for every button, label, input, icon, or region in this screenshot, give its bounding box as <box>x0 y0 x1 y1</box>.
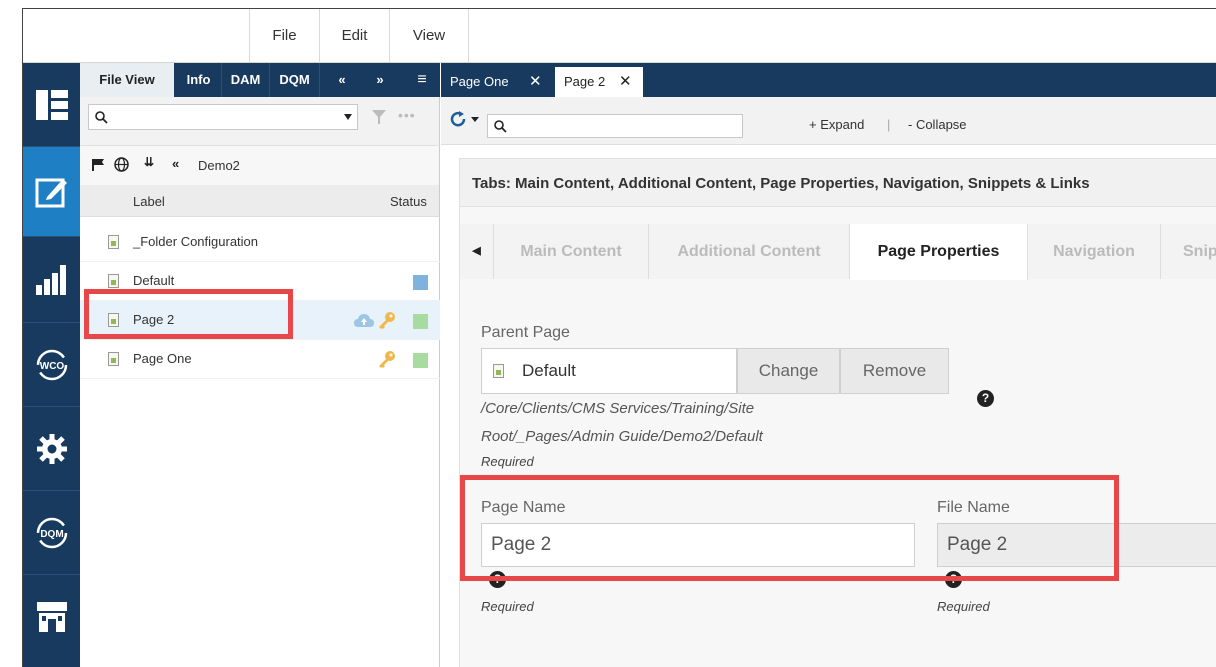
dropdown-arrow-icon[interactable] <box>344 114 352 120</box>
list-item-label: Default <box>133 273 175 288</box>
back-icon[interactable]: « <box>172 156 179 171</box>
parent-page-path-line1: /Core/Clients/CMS Services/Training/Site <box>481 400 755 417</box>
column-header-label[interactable]: Label <box>133 194 165 209</box>
menu-edit[interactable]: Edit <box>319 9 389 63</box>
collapse-all-icon[interactable]: ⇊ <box>144 155 154 169</box>
highlight-box-page-2-row <box>84 289 293 339</box>
app-window: File Edit View WCO DQM File View Info DA… <box>22 8 1216 667</box>
expand-right-icon[interactable]: » <box>368 63 392 97</box>
search-icon <box>494 120 507 133</box>
list-item[interactable]: _Folder Configuration <box>80 223 440 262</box>
tab-navigation[interactable]: Navigation <box>1028 224 1161 279</box>
highlight-box-name-fields <box>460 475 1119 581</box>
expand-button[interactable]: + Expand <box>809 117 864 132</box>
globe-icon[interactable] <box>114 157 129 172</box>
file-view-toolbar: ⇊ « Demo2 <box>80 145 440 185</box>
svg-text:WCO: WCO <box>39 361 64 372</box>
cloud-upload-icon <box>354 314 374 327</box>
page-search-input[interactable] <box>487 114 743 138</box>
tab-snippets[interactable]: Snip <box>1161 224 1216 279</box>
page-name-required: Required <box>481 599 534 614</box>
tab-info[interactable]: Info <box>176 63 222 97</box>
tab-scroll-left-icon[interactable]: ◀ <box>460 224 494 279</box>
dqm-icon[interactable]: DQM <box>23 491 80 575</box>
menubar: File Edit View <box>23 9 1216 63</box>
more-options-icon[interactable]: ••• <box>398 107 416 123</box>
content-tabbar: ◀ Main Content Additional Content Page P… <box>460 224 1216 280</box>
collapse-left-icon[interactable]: « <box>330 63 354 97</box>
key-icon <box>379 312 395 329</box>
page-editor: Tabs: Main Content, Additional Content, … <box>441 145 1216 667</box>
tab-dam[interactable]: DAM <box>222 63 270 97</box>
file-list: _Folder Configuration Default Page 2 Pag… <box>80 217 440 667</box>
refresh-icon[interactable] <box>449 110 467 128</box>
remove-button[interactable]: Remove <box>840 348 949 394</box>
file-name-required: Required <box>937 599 990 614</box>
settings-gear-icon[interactable] <box>23 407 80 491</box>
page-file-icon <box>493 364 504 378</box>
svg-text:DQM: DQM <box>40 529 63 540</box>
page-tab-page-one[interactable]: Page One ✕ <box>441 67 553 97</box>
edit-content-icon[interactable] <box>23 147 80 237</box>
folder-config-file-icon <box>108 235 119 249</box>
tab-page-properties[interactable]: Page Properties <box>850 224 1028 280</box>
page-tabbar: Page One ✕ Page 2 ✕ <box>441 63 1216 97</box>
page-tab-page-2[interactable]: Page 2 ✕ <box>555 67 643 97</box>
tabs-heading: Tabs: Main Content, Additional Content, … <box>472 175 1090 192</box>
search-icon <box>95 111 108 124</box>
file-view-search-bar: ••• <box>80 97 440 145</box>
help-icon[interactable]: ? <box>977 390 994 407</box>
page-file-icon <box>108 274 119 288</box>
parent-page-label: Parent Page <box>481 324 570 341</box>
menu-file[interactable]: File <box>249 9 319 63</box>
dashboard-icon[interactable] <box>23 63 80 147</box>
tab-main-content[interactable]: Main Content <box>494 224 649 279</box>
refresh-dropdown-icon[interactable] <box>471 117 479 122</box>
column-header-status[interactable]: Status <box>390 194 427 209</box>
folder-breadcrumb[interactable]: Demo2 <box>198 158 240 173</box>
tab-dqm[interactable]: DQM <box>270 63 320 97</box>
change-button[interactable]: Change <box>737 348 840 394</box>
collapse-button[interactable]: - Collapse <box>908 117 967 132</box>
file-view-tabbar: File View Info DAM DQM « » ≡ <box>80 63 440 97</box>
close-icon[interactable]: ✕ <box>529 67 542 97</box>
page-file-icon <box>108 352 119 366</box>
file-search-input[interactable] <box>88 104 358 130</box>
parent-page-required: Required <box>481 454 534 469</box>
page-tab-label: Page 2 <box>564 74 606 89</box>
reports-icon[interactable] <box>23 237 80 323</box>
parent-page-value: Default <box>522 361 576 380</box>
list-item-label: Page One <box>133 351 192 366</box>
close-icon[interactable]: ✕ <box>619 67 632 97</box>
key-icon <box>379 351 395 368</box>
status-checked-out-icon <box>413 353 428 368</box>
page-tab-label: Page One <box>450 74 509 89</box>
page-toolbar: + Expand | - Collapse <box>441 97 1216 145</box>
parent-page-path-line2: Root/_Pages/Admin Guide/Demo2/Default <box>481 428 763 445</box>
menu-view[interactable]: View <box>389 9 469 63</box>
toolbar-separator: | <box>887 117 891 132</box>
file-list-header: Label Status <box>80 185 440 217</box>
filter-icon[interactable] <box>372 110 386 124</box>
apps-store-icon[interactable] <box>23 575 80 659</box>
tabs-heading-bar: Tabs: Main Content, Additional Content, … <box>460 159 1216 207</box>
tab-file-view[interactable]: File View <box>80 63 174 97</box>
status-published-icon <box>413 275 428 290</box>
flag-icon[interactable] <box>92 159 104 171</box>
tab-additional-content[interactable]: Additional Content <box>649 224 850 279</box>
left-rail: WCO DQM <box>23 63 80 667</box>
status-checked-out-icon <box>413 314 428 329</box>
list-item-label: _Folder Configuration <box>133 234 259 249</box>
wco-icon[interactable]: WCO <box>23 323 80 407</box>
parent-page-field[interactable]: Default <box>481 348 737 394</box>
menu-icon[interactable]: ≡ <box>410 63 434 97</box>
list-item[interactable]: Page One <box>80 340 440 379</box>
editor-panel: Tabs: Main Content, Additional Content, … <box>459 158 1216 667</box>
